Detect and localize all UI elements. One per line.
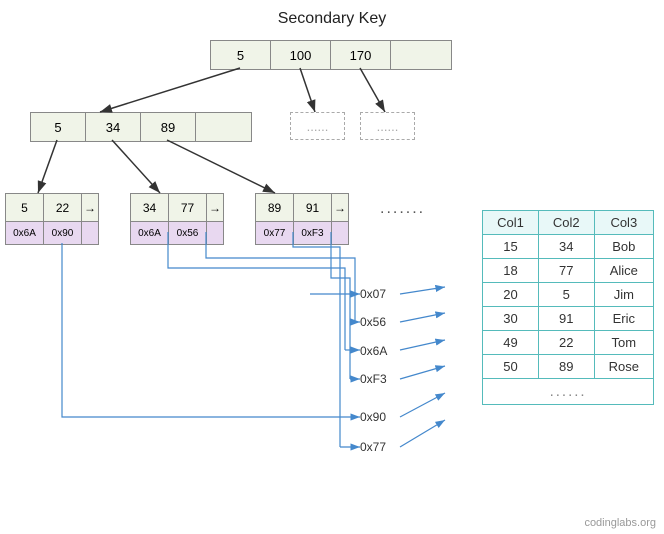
leaf2-addr1: 0x6A xyxy=(131,222,169,244)
leaf-node-3: 89 91 → xyxy=(255,193,349,223)
table-row-dots: ...... xyxy=(483,379,654,405)
ptr-0xF3: 0xF3 xyxy=(360,372,387,386)
table-row: 49 22 Tom xyxy=(483,331,654,355)
row3-col2: 5 xyxy=(538,283,594,307)
row4-col2: 91 xyxy=(538,307,594,331)
ptr-0x90: 0x90 xyxy=(360,410,386,424)
l2-left-cell-1: 5 xyxy=(31,113,86,141)
row3-col3: Jim xyxy=(594,283,653,307)
table-row: 50 89 Rose xyxy=(483,355,654,379)
leaf1-addr1: 0x6A xyxy=(6,222,44,244)
row5-col1: 49 xyxy=(483,331,539,355)
leaf3-key1: 89 xyxy=(256,194,294,222)
row1-col2: 34 xyxy=(538,235,594,259)
leaf3-arrow: → xyxy=(332,194,348,222)
col2-header: Col2 xyxy=(538,211,594,235)
dots-mid: ....... xyxy=(380,200,425,218)
ptr-0x07: 0x07 xyxy=(360,287,386,301)
leaf3-addrs: 0x77 0xF3 xyxy=(255,221,349,245)
leaf2-key2: 77 xyxy=(169,194,207,222)
leaf2-key1: 34 xyxy=(131,194,169,222)
root-node: 5 100 170 xyxy=(210,40,452,70)
table-row: 15 34 Bob xyxy=(483,235,654,259)
root-cell-empty xyxy=(391,41,451,69)
table-dots: ...... xyxy=(483,379,654,405)
row2-col3: Alice xyxy=(594,259,653,283)
row3-col1: 20 xyxy=(483,283,539,307)
leaf1-key1: 5 xyxy=(6,194,44,222)
leaf1-addr2: 0x90 xyxy=(44,222,82,244)
data-table: Col1 Col2 Col3 15 34 Bob 18 77 Alice 20 … xyxy=(482,210,654,405)
table-row: 20 5 Jim xyxy=(483,283,654,307)
l2-left-cell-empty xyxy=(196,113,251,141)
table-row: 30 91 Eric xyxy=(483,307,654,331)
root-cell-2: 100 xyxy=(271,41,331,69)
leaf-node-1: 5 22 → xyxy=(5,193,99,223)
root-cell-1: 5 xyxy=(211,41,271,69)
leaf3-addr1: 0x77 xyxy=(256,222,294,244)
page-title: Secondary Key xyxy=(0,0,664,28)
ptr-0x6A: 0x6A xyxy=(360,344,387,358)
l2-dashed-2: ...... xyxy=(360,112,415,140)
leaf2-arrow: → xyxy=(207,194,223,222)
leaf2-addrs: 0x6A 0x56 xyxy=(130,221,224,245)
row6-col2: 89 xyxy=(538,355,594,379)
leaf3-addr2: 0xF3 xyxy=(294,222,332,244)
row5-col3: Tom xyxy=(594,331,653,355)
watermark: codinglabs.org xyxy=(584,517,656,529)
root-cell-3: 170 xyxy=(331,41,391,69)
table-row: 18 77 Alice xyxy=(483,259,654,283)
leaf1-addr-spacer xyxy=(82,222,98,244)
l2-left-node: 5 34 89 xyxy=(30,112,252,142)
row6-col1: 50 xyxy=(483,355,539,379)
leaf2-addr-spacer xyxy=(207,222,223,244)
ptr-0x56: 0x56 xyxy=(360,315,386,329)
l2-left-cell-3: 89 xyxy=(141,113,196,141)
row1-col1: 15 xyxy=(483,235,539,259)
row2-col2: 77 xyxy=(538,259,594,283)
row6-col3: Rose xyxy=(594,355,653,379)
leaf1-key2: 22 xyxy=(44,194,82,222)
row1-col3: Bob xyxy=(594,235,653,259)
leaf1-addrs: 0x6A 0x90 xyxy=(5,221,99,245)
leaf3-key2: 91 xyxy=(294,194,332,222)
ptr-0x77: 0x77 xyxy=(360,440,386,454)
row2-col1: 18 xyxy=(483,259,539,283)
row5-col2: 22 xyxy=(538,331,594,355)
row4-col3: Eric xyxy=(594,307,653,331)
l2-dashed-1: ...... xyxy=(290,112,345,140)
leaf2-addr2: 0x56 xyxy=(169,222,207,244)
leaf-node-2: 34 77 → xyxy=(130,193,224,223)
l2-left-cell-2: 34 xyxy=(86,113,141,141)
leaf1-arrow: → xyxy=(82,194,98,222)
row4-col1: 30 xyxy=(483,307,539,331)
col1-header: Col1 xyxy=(483,211,539,235)
leaf3-addr-spacer xyxy=(332,222,348,244)
col3-header: Col3 xyxy=(594,211,653,235)
